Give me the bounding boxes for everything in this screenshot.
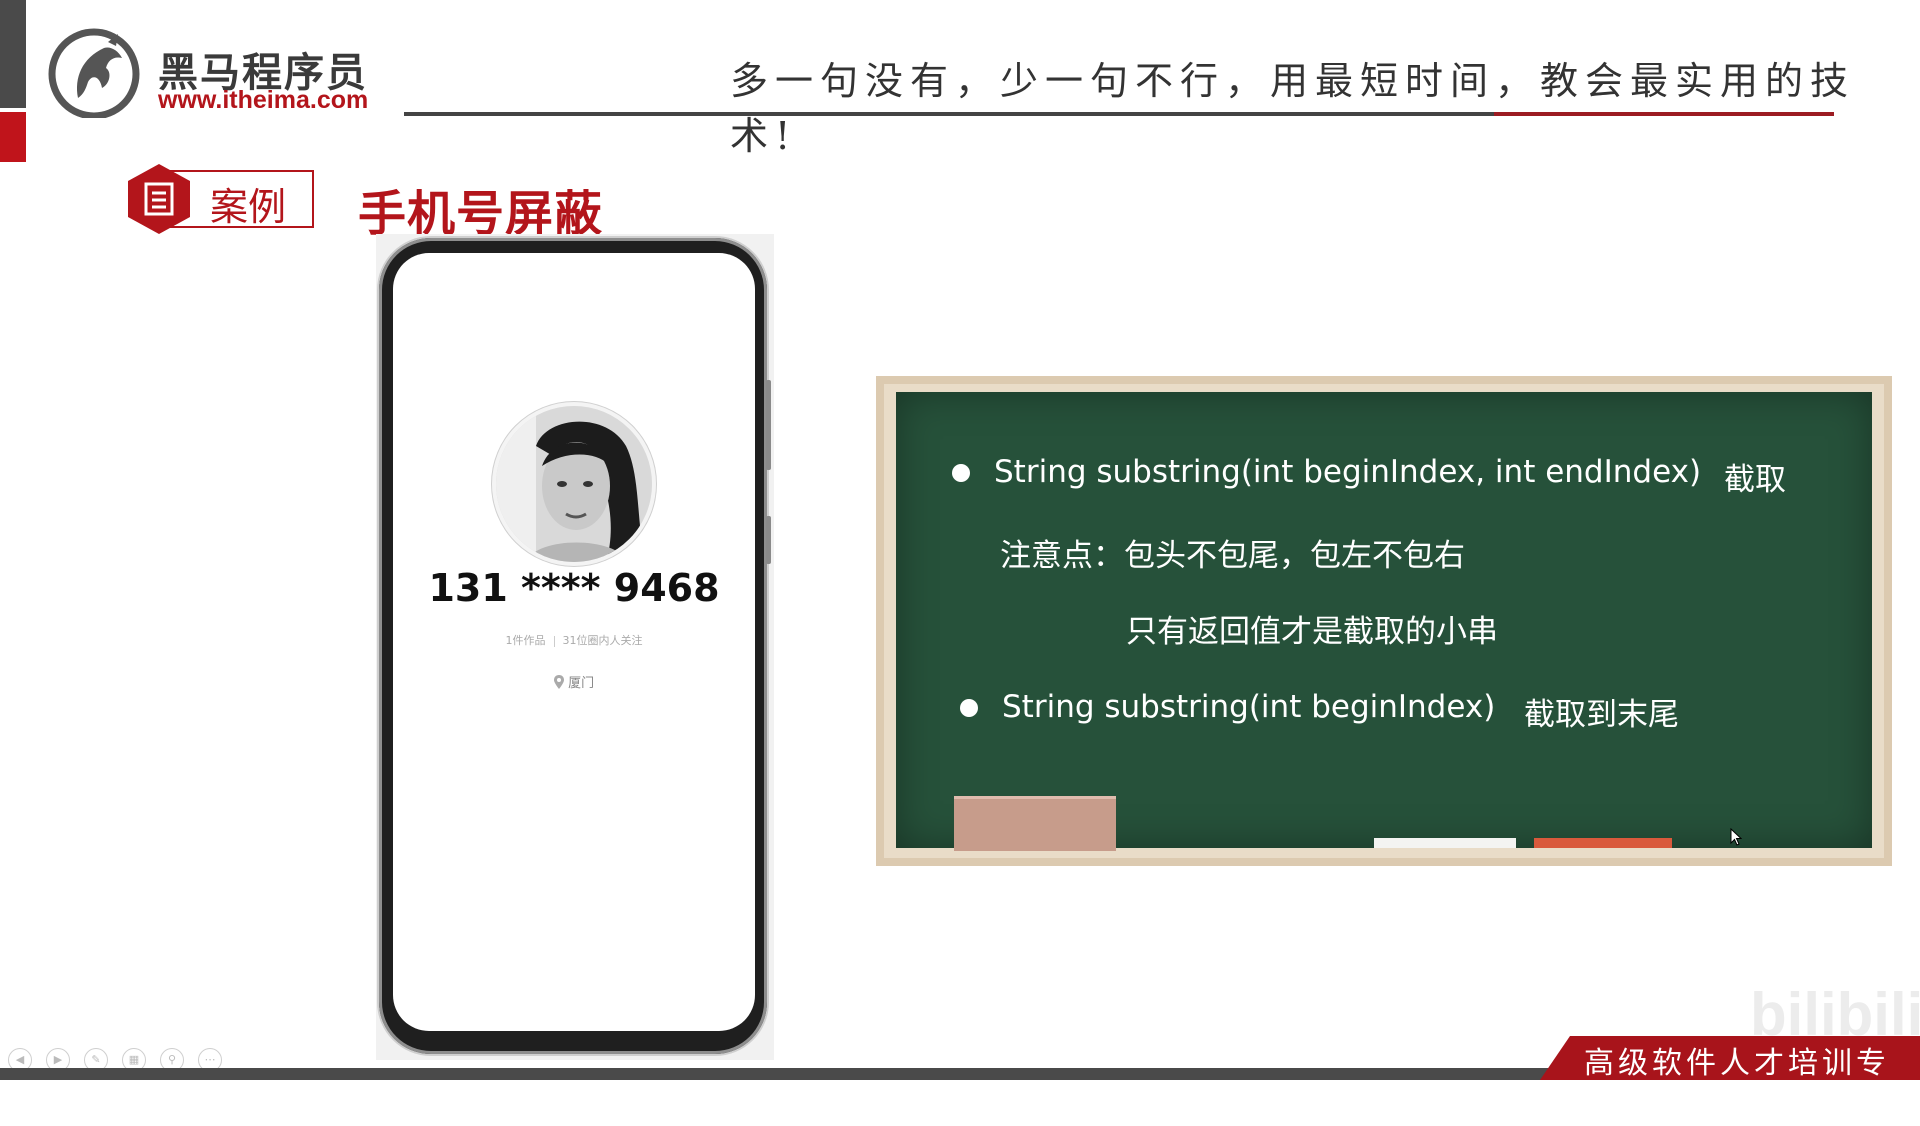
board-line1-code: String substring(int beginIndex, int end… [994, 454, 1702, 490]
board-line2: 注意点：包头不包尾，包左不包右 [1000, 538, 1465, 574]
header-rule-accent [1494, 112, 1834, 116]
slogan: 多一句没有，少一句不行，用最短时间，教会最实用的技术! [730, 59, 1856, 158]
stats-divider [553, 635, 555, 647]
location-pin-icon [553, 675, 564, 689]
portrait-photo-icon [496, 406, 652, 562]
chalk-white [1374, 838, 1516, 848]
eraser [954, 796, 1116, 851]
stats-works: 1件作品 [505, 634, 546, 647]
case-badge-label: 案例 [210, 185, 287, 229]
edge-bar-red [0, 112, 26, 162]
board-line4-desc: 截取到末尾 [1524, 697, 1679, 733]
profile-stats: 1件作品 31位圈内人关注 [393, 632, 755, 648]
document-icon [128, 164, 190, 234]
board-line3: 只有返回值才是截取的小串 [1126, 614, 1498, 650]
footer-banner-text: 高级软件人才培训专家 [1584, 1046, 1890, 1125]
location-label: 厦门 [568, 676, 595, 691]
mouse-cursor-icon [1730, 828, 1742, 846]
masked-phone-number: 131 **** 9468 [428, 566, 720, 610]
profile-location: 厦门 [393, 672, 755, 691]
avatar [492, 402, 656, 566]
board-line1-desc: 截取 [1724, 462, 1786, 498]
phone-side-button [766, 380, 771, 470]
horse-logo-icon [48, 28, 140, 118]
bullet-dot [960, 699, 978, 717]
chalk-red [1534, 838, 1672, 848]
edge-bar-gray [0, 0, 26, 108]
logo-url: www.itheima.com [158, 86, 369, 114]
header-rule [404, 112, 1494, 116]
bullet-dot [952, 464, 970, 482]
phone-side-button [766, 516, 771, 564]
board-line4-code: String substring(int beginIndex) [1002, 689, 1496, 725]
stats-followers: 31位圈内人关注 [562, 634, 643, 647]
